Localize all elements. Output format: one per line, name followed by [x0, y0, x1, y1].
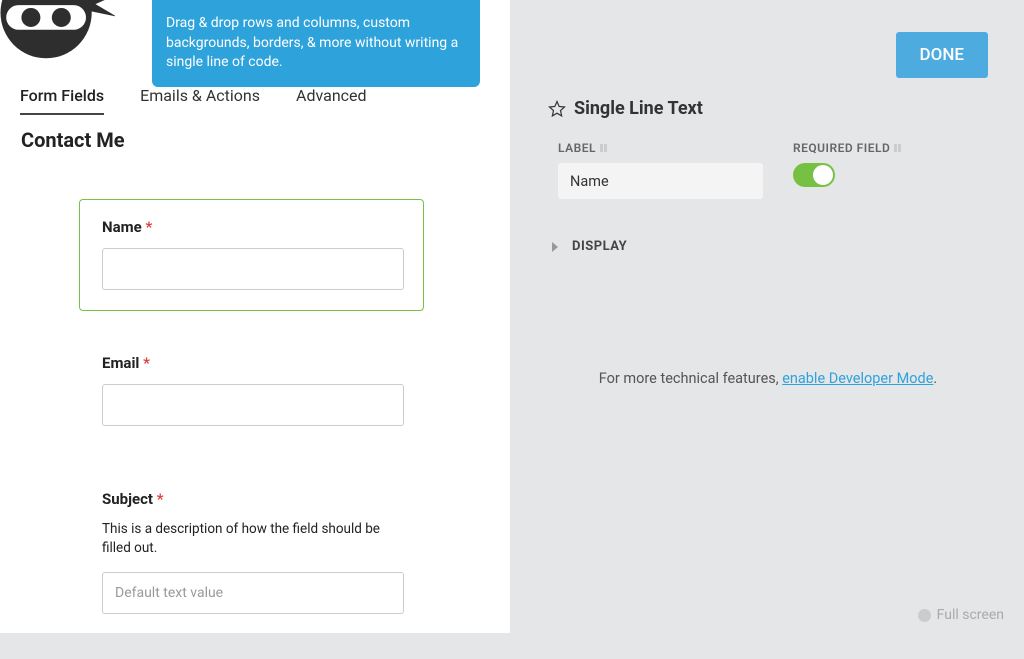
merge-tag-icon[interactable] — [600, 143, 610, 153]
required-toggle[interactable] — [793, 163, 835, 187]
field-subject[interactable]: Subject * This is a description of how t… — [79, 471, 424, 635]
fullscreen-button[interactable]: Full screen — [918, 607, 1004, 623]
field-name[interactable]: Name * — [79, 199, 424, 311]
form-builder-pane: Drag & drop rows and columns, custom bac… — [0, 0, 510, 633]
star-icon[interactable] — [548, 100, 566, 118]
field-subject-input[interactable] — [102, 572, 404, 614]
field-email[interactable]: Email * — [79, 335, 424, 447]
fullscreen-label: Full screen — [937, 607, 1004, 623]
form-title[interactable]: Contact Me — [21, 128, 125, 152]
field-email-input[interactable] — [102, 384, 404, 426]
builder-tabs: Form Fields Emails & Actions Advanced — [20, 86, 367, 115]
feature-tooltip: Drag & drop rows and columns, custom bac… — [152, 0, 480, 87]
field-settings-pane: Single Line Text LABEL REQUIRED FIELD — [548, 98, 988, 254]
field-email-label: Email * — [102, 354, 401, 372]
setting-required-header: REQUIRED FIELD — [793, 141, 904, 155]
field-subject-label: Subject * — [102, 490, 401, 508]
tab-form-fields[interactable]: Form Fields — [20, 86, 104, 115]
form-fields-list: Name * Email * Subject * This is a descr… — [79, 199, 424, 659]
toggle-knob — [813, 165, 833, 185]
settings-title: Single Line Text — [574, 98, 703, 119]
label-input[interactable] — [558, 163, 763, 199]
setting-label-header: LABEL — [558, 141, 763, 155]
ninja-logo — [0, 0, 115, 64]
settings-header: Single Line Text — [548, 98, 988, 119]
chevron-right-icon — [550, 242, 560, 252]
field-name-label: Name * — [102, 218, 401, 236]
display-section-label: DISPLAY — [572, 239, 627, 254]
tab-advanced[interactable]: Advanced — [296, 86, 367, 115]
field-name-input[interactable] — [102, 248, 404, 290]
fullscreen-icon — [918, 609, 931, 622]
settings-row: LABEL REQUIRED FIELD — [558, 141, 988, 199]
developer-mode-hint: For more technical features, enable Deve… — [548, 370, 988, 387]
enable-developer-mode-link[interactable]: enable Developer Mode — [782, 370, 933, 387]
done-button[interactable]: DONE — [896, 32, 988, 78]
display-section-toggle[interactable]: DISPLAY — [550, 239, 988, 254]
setting-required-column: REQUIRED FIELD — [793, 141, 904, 199]
tab-emails-actions[interactable]: Emails & Actions — [140, 86, 260, 115]
setting-label-column: LABEL — [558, 141, 763, 199]
field-subject-description: This is a description of how the field s… — [102, 520, 401, 558]
merge-tag-icon[interactable] — [894, 143, 904, 153]
